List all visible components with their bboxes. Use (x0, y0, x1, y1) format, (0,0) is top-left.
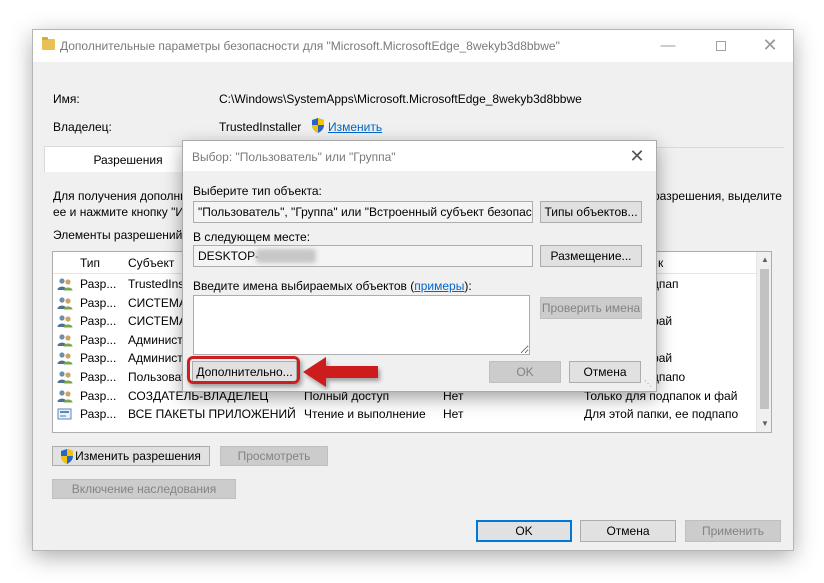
cell-type: Разр... (80, 277, 117, 291)
vertical-scrollbar[interactable]: ▲ ▼ (756, 252, 771, 432)
user-group-icon (57, 370, 73, 384)
column-applies-to[interactable]: к (658, 256, 663, 270)
user-group-icon (57, 296, 73, 310)
title-bar[interactable]: Дополнительные параметры безопасности дл… (33, 30, 793, 62)
close-button[interactable]: ✕ (747, 30, 793, 62)
enter-names-label-text: Введите имена выбираемых объектов ( (193, 279, 415, 293)
cell-access: Чтение и выполнение (304, 407, 426, 422)
dialog-ok-button[interactable]: OK (489, 361, 561, 383)
check-names-button[interactable]: Проверить имена (540, 297, 642, 319)
cell-type: Разр... (80, 351, 117, 366)
user-group-icon (57, 351, 73, 365)
cell-type: Разр... (80, 388, 117, 403)
app-package-icon (57, 407, 73, 421)
maximize-icon (716, 41, 726, 51)
change-permissions-label: Изменить разрешения (75, 449, 201, 463)
user-group-icon (57, 314, 73, 328)
dialog-title: Выбор: "Пользователь" или "Группа" (192, 150, 396, 164)
highlight-box (187, 356, 300, 384)
user-group-icon (57, 333, 73, 347)
owner-value: TrustedInstaller (219, 120, 302, 134)
red-arrow-icon (303, 357, 378, 387)
locations-button[interactable]: Размещение... (540, 245, 642, 267)
name-label: Имя: (53, 92, 80, 106)
location-label: В следующем месте: (193, 230, 311, 244)
cell-subject: ВСЕ ПАКЕТЫ ПРИЛОЖЕНИЙ (128, 407, 296, 422)
enter-names-label: Введите имена выбираемых объектов (приме… (193, 279, 472, 293)
folder-icon (42, 37, 55, 50)
cell-inherited: Нет (443, 407, 464, 422)
select-user-or-group-dialog: Выбор: "Пользователь" или "Группа" ✕ Выб… (183, 141, 656, 391)
object-names-input[interactable] (193, 295, 530, 355)
scroll-up-icon[interactable]: ▲ (757, 252, 771, 268)
name-value: C:\Windows\SystemApps\Microsoft.Microsof… (219, 92, 582, 106)
scroll-thumb[interactable] (760, 269, 769, 409)
view-button[interactable]: Просмотреть (220, 446, 328, 466)
cell-type: Разр... (80, 295, 117, 310)
redacted-computer-name (256, 249, 316, 263)
column-subject[interactable]: Субъект (128, 256, 174, 270)
enter-names-label-suffix: ): (464, 279, 472, 293)
info-text-line-1: Для получения дополни (53, 189, 187, 203)
object-type-field: "Пользователь", "Группа" или "Встроенный… (193, 201, 533, 223)
scroll-down-icon[interactable]: ▼ (757, 416, 771, 432)
uac-shield-icon (312, 118, 324, 133)
change-permissions-button[interactable]: Изменить разрешения (52, 446, 210, 466)
info-text-right: разрешения, выделите (653, 189, 782, 203)
dialog-close-icon[interactable]: ✕ (624, 143, 650, 169)
change-owner-link[interactable]: Изменить (328, 120, 382, 134)
dialog-cancel-button[interactable]: Отмена (569, 361, 641, 383)
user-group-icon (57, 389, 73, 403)
cell-type: Разр... (80, 370, 117, 384)
info-text-line-2: ее и нажмите кнопку "И (53, 205, 185, 219)
permission-entries-label: Элементы разрешений: (53, 228, 186, 242)
cell-type: Разр... (80, 332, 117, 347)
object-type-label: Выберите тип объекта: (193, 184, 322, 198)
cancel-button[interactable]: Отмена (580, 520, 676, 542)
apply-button[interactable]: Применить (685, 520, 781, 542)
cell-applies: Для этой папки, ее подпапо (584, 407, 739, 422)
ok-button[interactable]: OK (476, 520, 572, 542)
location-value: DESKTOP- (198, 249, 260, 263)
uac-shield-icon (61, 449, 73, 464)
owner-label: Владелец: (53, 120, 112, 134)
cell-type: Разр... (80, 407, 117, 422)
minimize-button[interactable]: — (645, 30, 691, 62)
resize-grip-icon[interactable]: ⋱ (644, 379, 654, 389)
examples-link[interactable]: примеры (414, 279, 464, 293)
location-field: DESKTOP- (193, 245, 533, 267)
column-type[interactable]: Тип (80, 256, 100, 270)
dialog-title-bar[interactable]: Выбор: "Пользователь" или "Группа" ✕ (183, 141, 656, 171)
maximize-button[interactable] (699, 30, 745, 62)
cell-type: Разр... (80, 314, 117, 329)
window-title: Дополнительные параметры безопасности дл… (60, 39, 560, 53)
object-types-button[interactable]: Типы объектов... (540, 201, 642, 223)
enable-inheritance-button[interactable]: Включение наследования (52, 479, 236, 499)
table-row[interactable]: Разр... ВСЕ ПАКЕТЫ ПРИЛОЖЕНИЙ Чтение и вып… (53, 405, 757, 423)
user-group-icon (57, 277, 73, 291)
